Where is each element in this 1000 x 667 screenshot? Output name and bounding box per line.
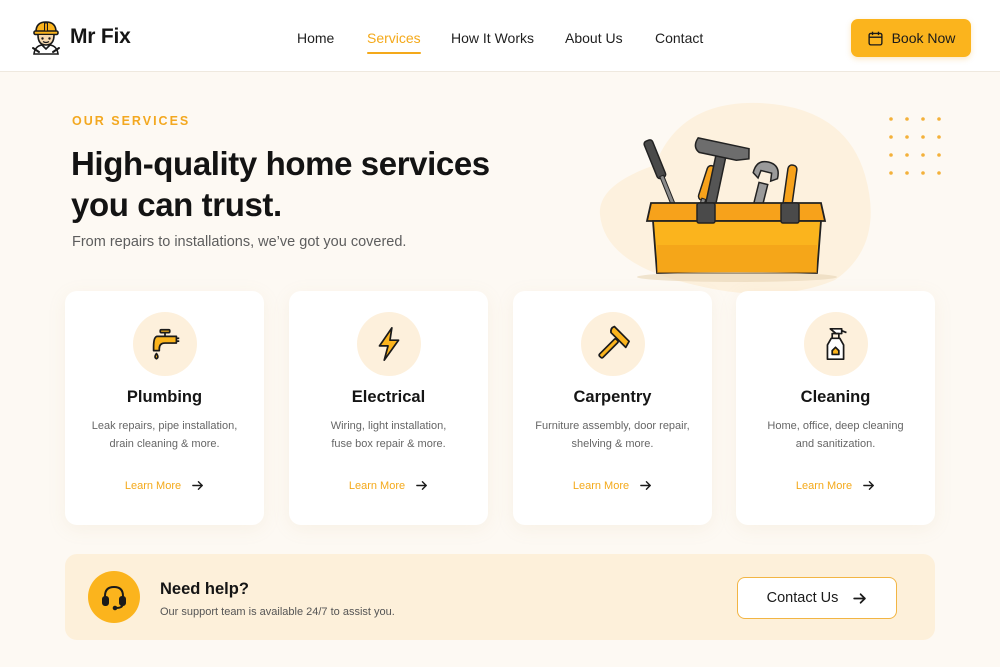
service-icon-badge <box>803 312 868 376</box>
nav-item-about-us[interactable]: About Us <box>565 30 623 46</box>
page-title-line1: High-quality home services <box>71 145 490 182</box>
nav-item-home[interactable]: Home <box>297 30 334 46</box>
service-description: Wiring, light installation, fuse box rep… <box>307 417 470 453</box>
contact-us-label: Contact Us <box>766 590 839 606</box>
learn-more-link[interactable]: Learn More <box>736 479 935 492</box>
arrow-right-icon <box>416 481 427 490</box>
nav-item-services[interactable]: Services <box>367 30 421 54</box>
arrow-right-icon <box>192 481 203 490</box>
service-description-line2: drain cleaning & more. <box>109 438 220 450</box>
service-title: Plumbing <box>126 388 203 406</box>
service-card-electrical[interactable]: Electrical Wiring, light installation, f… <box>289 291 488 525</box>
book-now-button[interactable]: Book Now <box>851 19 971 57</box>
nav-item-how-it-works[interactable]: How It Works <box>451 30 534 46</box>
service-description-line1: Furniture assembly, door repair, <box>535 420 690 432</box>
service-title: Electrical <box>351 388 426 406</box>
page-title: High-quality home services you can trust… <box>71 143 531 225</box>
site-header: Mr Fix Home Services How It Works About … <box>0 0 1000 72</box>
arrow-right-icon <box>640 481 651 490</box>
service-title: Cleaning <box>800 388 871 406</box>
service-icon-badge <box>356 312 421 376</box>
service-description-line1: Home, office, deep cleaning <box>767 420 904 432</box>
service-description: Leak repairs, pipe installation, drain c… <box>83 417 246 453</box>
service-description-line2: shelving & more. <box>571 438 654 450</box>
active-nav-underline <box>367 52 421 54</box>
section-eyebrow: OUR SERVICES <box>72 114 191 128</box>
calendar-icon <box>868 31 883 46</box>
headset-icon <box>102 585 126 611</box>
learn-more-link[interactable]: Learn More <box>65 479 264 492</box>
arrow-right-icon <box>853 592 867 604</box>
learn-more-label: Learn More <box>795 479 853 492</box>
service-description-line2: fuse box repair & more. <box>331 438 446 450</box>
book-now-label: Book Now <box>891 30 956 46</box>
learn-more-link[interactable]: Learn More <box>289 479 488 492</box>
contact-us-button[interactable]: Contact Us <box>737 577 897 619</box>
learn-more-label: Learn More <box>124 479 182 492</box>
faucet-icon <box>152 328 179 360</box>
service-icon-badge <box>580 312 645 376</box>
lightning-icon <box>378 326 399 362</box>
learn-more-link[interactable]: Learn More <box>513 479 712 492</box>
service-description: Home, office, deep cleaning and sanitiza… <box>754 417 917 453</box>
decorative-dot-grid <box>889 117 941 175</box>
spray-bottle-icon <box>826 327 847 361</box>
nav-item-services-label: Services <box>367 30 421 46</box>
main-nav: Home Services How It Works About Us Cont… <box>0 0 1000 72</box>
service-card-plumbing[interactable]: Plumbing Leak repairs, pipe installation… <box>65 291 264 525</box>
service-description-line2: and sanitization. <box>795 438 876 450</box>
service-title: Carpentry <box>573 388 652 406</box>
service-description-line1: Leak repairs, pipe installation, <box>91 420 238 432</box>
help-subtitle: Our support team is available 24/7 to as… <box>160 606 395 618</box>
service-icon-badge <box>132 312 197 376</box>
toolbox-illustration <box>599 102 871 294</box>
learn-more-label: Learn More <box>572 479 630 492</box>
nav-item-contact[interactable]: Contact <box>655 30 703 46</box>
service-description: Furniture assembly, door repair, shelvin… <box>531 417 694 453</box>
help-banner: Need help? Our support team is available… <box>65 554 935 640</box>
hammer-icon <box>597 325 630 359</box>
service-description-line1: Wiring, light installation, <box>330 420 447 432</box>
page-subtitle: From repairs to installations, we’ve got… <box>72 234 407 250</box>
learn-more-label: Learn More <box>348 479 406 492</box>
service-card-carpentry[interactable]: Carpentry Furniture assembly, door repai… <box>513 291 712 525</box>
arrow-right-icon <box>863 481 874 490</box>
help-icon-badge <box>88 571 140 623</box>
page-title-line2: you can trust. <box>71 186 282 223</box>
help-title: Need help? <box>160 580 249 598</box>
service-card-cleaning[interactable]: Cleaning Home, office, deep cleaning and… <box>736 291 935 525</box>
